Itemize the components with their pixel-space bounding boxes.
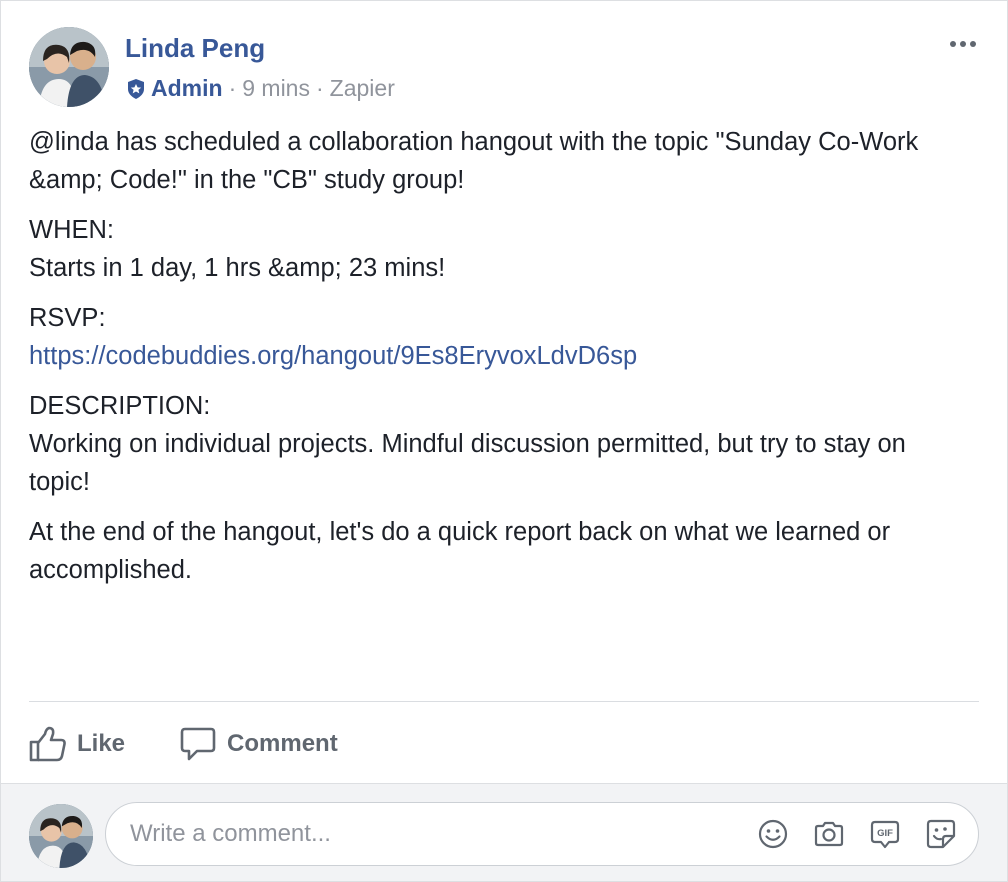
post-meta: Admin · 9 mins · Zapier [125, 75, 395, 102]
svg-text:GIF: GIF [877, 828, 893, 839]
comment-button[interactable]: Comment [179, 726, 338, 762]
emoji-icon[interactable] [756, 817, 790, 851]
like-label: Like [77, 730, 126, 757]
rsvp-label: RSVP: [29, 304, 106, 332]
comment-input[interactable] [128, 819, 732, 849]
current-user-avatar[interactable] [29, 804, 93, 868]
when-label: WHEN: [29, 216, 114, 244]
post-card: Linda Peng Admin · 9 mins · Zapier @lind… [0, 0, 1008, 882]
description-section: DESCRIPTION: Working on individual proje… [29, 387, 979, 501]
comment-bubble-icon [180, 727, 216, 761]
admin-badge[interactable]: Admin [125, 75, 223, 102]
description-text: Working on individual projects. Mindful … [29, 430, 906, 458]
more-options-icon[interactable] [943, 29, 983, 59]
admin-badge-label: Admin [151, 75, 223, 101]
author-name[interactable]: Linda Peng [125, 33, 265, 64]
sticker-icon[interactable] [924, 817, 958, 851]
closing-text-end: accomplished. [29, 556, 192, 584]
gif-icon[interactable]: GIF [868, 817, 902, 851]
comment-label: Comment [227, 730, 338, 757]
meta-separator: · [228, 75, 237, 101]
post-timestamp[interactable]: 9 mins [242, 75, 310, 102]
post-actions: Like Comment [29, 719, 392, 769]
comment-tools: GIF [756, 817, 958, 851]
author-avatar[interactable] [29, 27, 109, 107]
closing-section: At the end of the hangout, let's do a qu… [29, 513, 979, 589]
when-value: Starts in 1 day, 1 hrs &amp; 23 mins! [29, 254, 446, 282]
like-button[interactable]: Like [29, 726, 125, 762]
admin-badge-icon [128, 78, 144, 99]
post-intro: @linda has scheduled a collaboration han… [29, 128, 919, 194]
description-label: DESCRIPTION: [29, 392, 211, 420]
comment-box: GIF [105, 802, 979, 866]
actions-divider [29, 701, 979, 702]
comment-footer: GIF [1, 783, 1007, 881]
description-text-end: topic! [29, 468, 90, 496]
post-body: @linda has scheduled a collaboration han… [29, 123, 979, 601]
rsvp-link[interactable]: https://codebuddies.org/hangout/9Es8Eryv… [29, 342, 637, 370]
when-section: WHEN: Starts in 1 day, 1 hrs &amp; 23 mi… [29, 211, 979, 287]
rsvp-section: RSVP: https://codebuddies.org/hangout/9E… [29, 299, 979, 375]
closing-text: At the end of the hangout, let's do a qu… [29, 518, 891, 546]
post-header: Linda Peng Admin · 9 mins · Zapier [29, 27, 987, 109]
camera-icon[interactable] [812, 817, 846, 851]
post-source[interactable]: Zapier [330, 75, 395, 102]
meta-separator: · [315, 75, 324, 101]
thumbs-up-icon [29, 726, 66, 762]
